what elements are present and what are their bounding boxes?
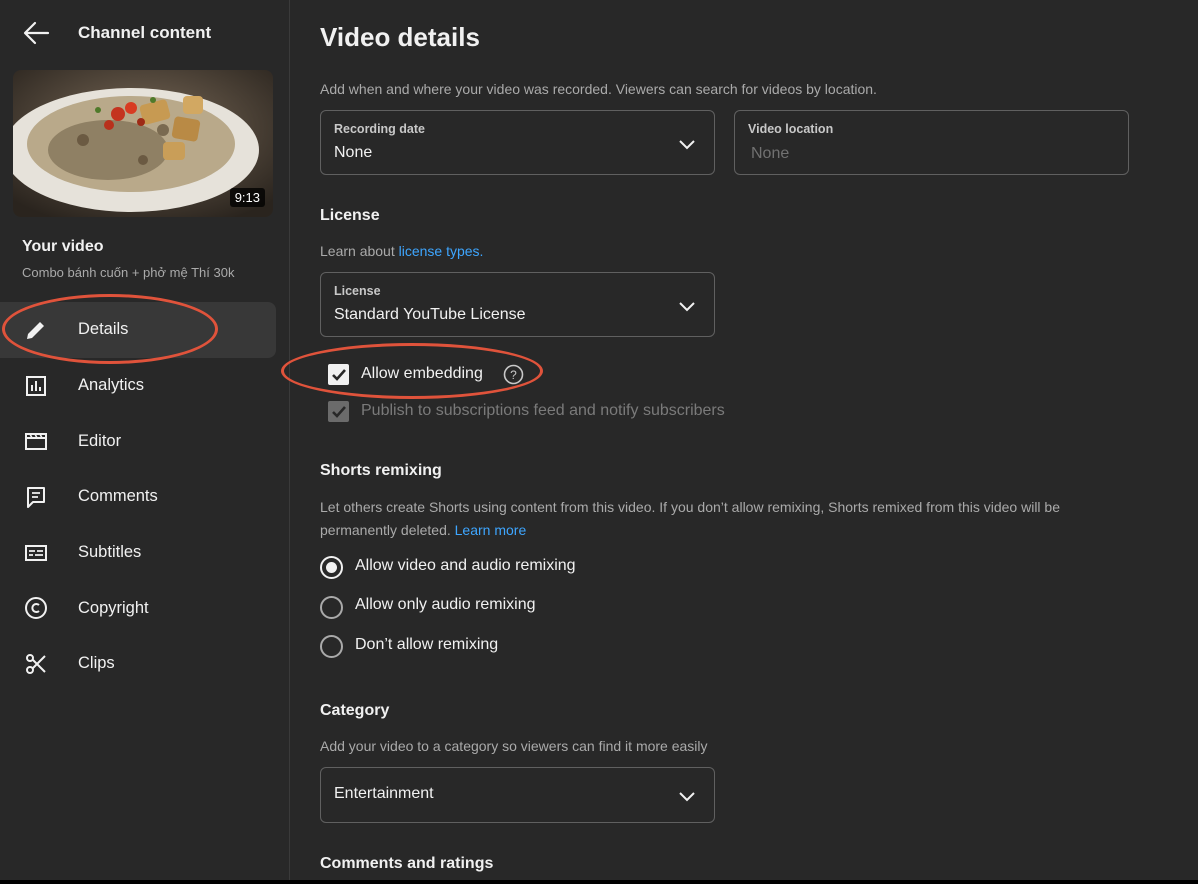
allow-embedding-label: Allow embedding [361,365,483,382]
main-content: Video details Add when and where your vi… [281,0,1198,880]
sidebar-item-clips[interactable]: Clips [0,636,290,692]
comments-icon [23,484,49,510]
radio-label: Don’t allow remixing [355,636,499,653]
radio-allow-video-audio[interactable] [320,556,343,579]
help-icon[interactable]: ? [503,364,524,385]
category-title: Category [320,702,390,719]
copyright-icon [23,595,49,621]
radio-dont-allow[interactable] [320,635,343,658]
learn-more-link[interactable]: Learn more [455,522,527,538]
recording-description: Add when and where your video was record… [320,81,877,97]
scissors-icon [23,651,49,677]
sidebar-item-label: Analytics [78,376,145,395]
publish-feed-checkbox [328,401,349,422]
radio-allow-audio-only[interactable] [320,596,343,619]
sidebar-item-label: Copyright [78,598,149,617]
sidebar-item-label: Clips [78,654,115,673]
chevron-down-icon [679,792,695,802]
shorts-description-line2: permanently deleted. Learn more [320,519,526,542]
license-field-label: License [334,284,381,298]
license-desc-text: Learn about [320,243,399,259]
video-location-label: Video location [748,122,834,136]
sidebar-nav: Details Analytics Editor Comments Subtit… [0,302,290,692]
channel-content-title: Channel content [78,23,212,42]
subtitles-icon [23,540,49,566]
radio-label: Allow only audio remixing [355,596,536,613]
sidebar-item-comments[interactable]: Comments [0,469,290,525]
category-description: Add your video to a category so viewers … [320,738,708,754]
chevron-down-icon [679,140,695,150]
sidebar-item-copyright[interactable]: Copyright [0,580,290,636]
sidebar-item-label: Comments [78,487,158,506]
recording-date-value: None [334,144,373,161]
clapperboard-icon [23,428,49,454]
allow-embedding-checkbox[interactable] [328,364,349,385]
svg-text:?: ? [510,368,517,382]
pencil-icon [23,317,49,343]
video-location-placeholder: None [751,145,790,162]
sidebar-item-label: Editor [78,431,122,450]
back-arrow-icon[interactable] [22,20,50,46]
recording-date-dropdown[interactable]: Recording date None [320,110,715,175]
shorts-remixing-title: Shorts remixing [320,462,442,479]
sidebar: Channel content 9:13 Your video Combo bá… [0,0,290,880]
sidebar-item-label: Details [78,320,129,339]
your-video-label: Your video [22,238,104,255]
video-location-field[interactable]: Video location None [734,110,1129,175]
sidebar-item-subtitles[interactable]: Subtitles [0,525,290,581]
sidebar-item-editor[interactable]: Editor [0,413,290,469]
recording-date-label: Recording date [334,122,425,136]
license-types-link[interactable]: license types. [399,243,484,259]
sidebar-item-details[interactable]: Details [0,302,276,358]
sidebar-item-analytics[interactable]: Analytics [0,358,290,414]
shorts-desc-text: permanently deleted. [320,522,455,538]
sidebar-header: Channel content [0,0,290,66]
sidebar-item-label: Subtitles [78,543,142,562]
chevron-down-icon [679,302,695,312]
checkmark-icon [331,405,346,418]
video-thumbnail[interactable]: 9:13 [13,70,273,217]
category-value: Entertainment [334,785,434,802]
shorts-description-line1: Let others create Shorts using content f… [320,499,1061,515]
page-title: Video details [320,22,480,52]
checkmark-icon [331,368,346,381]
comments-ratings-title: Comments and ratings [320,855,494,872]
analytics-icon [23,373,49,399]
category-dropdown[interactable]: Entertainment [320,767,715,823]
publish-feed-label: Publish to subscriptions feed and notify… [361,402,725,419]
license-value: Standard YouTube License [334,306,526,323]
video-title: Combo bánh cuốn + phở mệ Thí 30k [22,265,235,280]
license-section-title: License [320,207,380,224]
video-duration: 9:13 [229,188,265,207]
app-frame: Channel content 9:13 Your video Combo bá… [0,0,1198,880]
license-dropdown[interactable]: License Standard YouTube License [320,272,715,337]
license-description: Learn about license types. [320,240,483,263]
radio-label: Allow video and audio remixing [355,557,576,574]
